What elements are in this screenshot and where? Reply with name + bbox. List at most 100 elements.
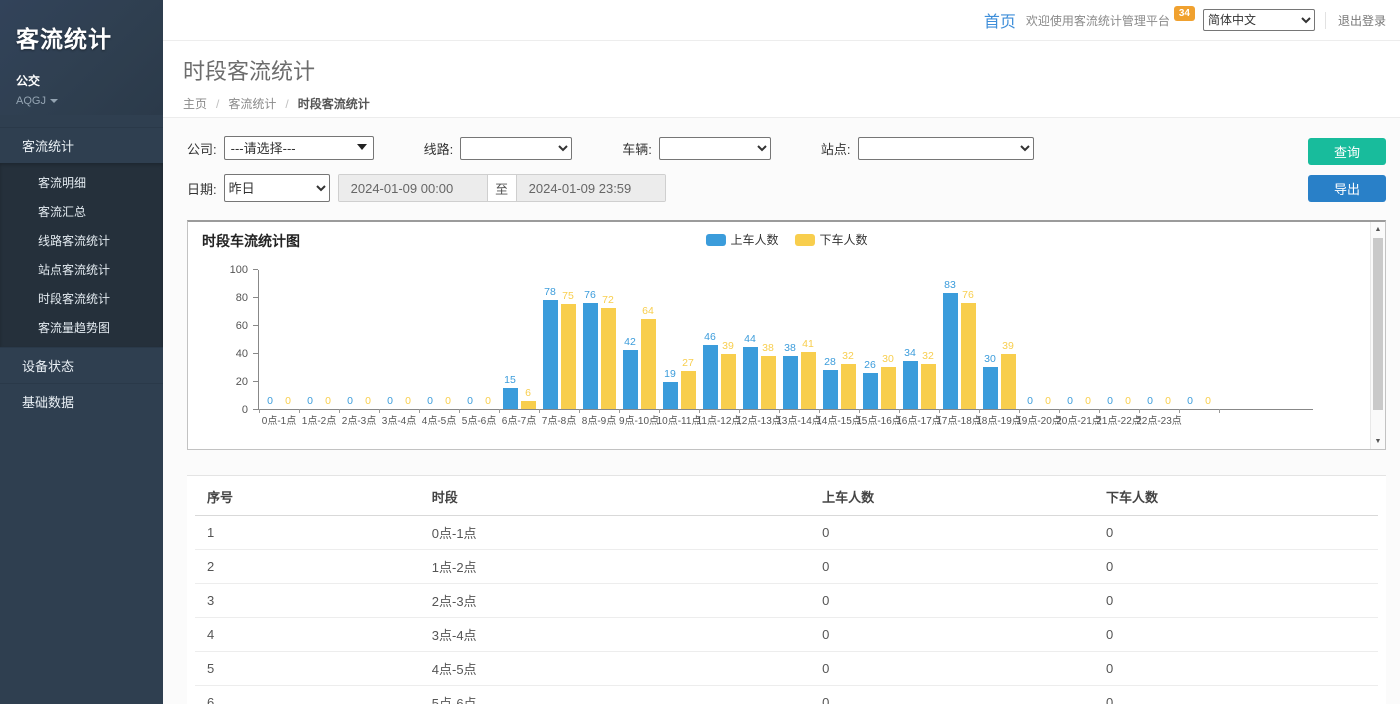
x-axis-label: 5点-6点 xyxy=(462,412,496,427)
sidebar-item-base-data[interactable]: 基础数据 xyxy=(0,383,163,419)
table-cell: 2点-3点 xyxy=(420,584,810,618)
chart-legend: 上车人数下车人数 xyxy=(705,231,867,248)
x-axis-label: 13点-14点 xyxy=(776,412,822,427)
bar-column: 30 xyxy=(881,353,896,409)
scroll-up-icon[interactable]: ▲ xyxy=(1371,222,1385,237)
bar xyxy=(863,373,878,409)
bar-value-label: 6 xyxy=(525,387,531,400)
breadcrumb-section[interactable]: 客流统计 xyxy=(228,95,276,112)
bar-value-label: 0 xyxy=(267,395,273,408)
sidebar-subitem-5[interactable]: 客流量趋势图 xyxy=(0,313,163,342)
bar xyxy=(703,345,718,409)
bar-group: 001点-2点 xyxy=(299,269,339,409)
col-header-period: 时段 xyxy=(420,476,810,516)
legend-item[interactable]: 上车人数 xyxy=(705,231,778,248)
x-axis-label: 17点-18点 xyxy=(936,412,982,427)
bar xyxy=(921,364,936,409)
bar-value-label: 0 xyxy=(1027,395,1033,408)
table-row: 32点-3点00 xyxy=(195,584,1378,618)
logout-link[interactable]: 退出登录 xyxy=(1325,12,1386,29)
bar-column: 39 xyxy=(721,340,736,409)
table-row: 21点-2点00 xyxy=(195,550,1378,584)
bar-group: 0022点-23点 xyxy=(1139,269,1179,409)
bar-column: 30 xyxy=(983,353,998,409)
line-select[interactable] xyxy=(460,137,572,160)
bar-column: 19 xyxy=(663,368,678,409)
bar-chart: 020406080100 000点-1点001点-2点002点-3点003点-4… xyxy=(216,270,1313,410)
y-axis-label: 0 xyxy=(242,404,248,416)
bar-value-label: 0 xyxy=(1165,395,1171,408)
bar xyxy=(561,304,576,409)
table-cell: 4点-5点 xyxy=(420,652,810,686)
table-cell: 2 xyxy=(195,550,420,584)
bar-value-label: 0 xyxy=(1205,395,1211,408)
bar xyxy=(961,303,976,409)
x-axis-label: 0点-1点 xyxy=(262,412,296,427)
chart-panel: 时段车流统计图 上车人数下车人数 020406080100 000点-1点001… xyxy=(187,220,1386,450)
table-cell: 3 xyxy=(195,584,420,618)
bar-value-label: 0 xyxy=(1085,395,1091,408)
bar-value-label: 30 xyxy=(882,353,894,366)
date-start-input[interactable] xyxy=(339,175,487,201)
x-axis-label: 18点-19点 xyxy=(976,412,1022,427)
station-select[interactable] xyxy=(858,137,1034,160)
bar-column: 76 xyxy=(961,289,976,409)
date-preset-select[interactable]: 昨日 xyxy=(224,174,330,202)
sidebar-subitem-0[interactable]: 客流明细 xyxy=(0,168,163,197)
bar-column: 6 xyxy=(521,387,536,409)
x-axis-label: 9点-10点 xyxy=(619,412,659,427)
company-select[interactable]: ---请选择--- xyxy=(224,136,374,160)
company-label: 公司: xyxy=(187,139,217,158)
scrollbar-thumb[interactable] xyxy=(1373,238,1383,410)
bar-column: 28 xyxy=(823,356,838,409)
table-cell: 1点-2点 xyxy=(420,550,810,584)
sidebar-menu: 客流统计 客流明细客流汇总线路客流统计站点客流统计时段客流统计客流量趋势图 设备… xyxy=(0,127,163,419)
bar xyxy=(641,319,656,409)
col-header-alighting: 下车人数 xyxy=(1094,476,1378,516)
table-row: 43点-4点00 xyxy=(195,618,1378,652)
table-cell: 0点-1点 xyxy=(420,516,810,550)
bar-value-label: 0 xyxy=(1147,395,1153,408)
bar xyxy=(783,356,798,409)
bar-group: 005点-6点 xyxy=(459,269,499,409)
bar xyxy=(801,352,816,409)
bar-value-label: 75 xyxy=(562,290,574,303)
vehicle-select[interactable] xyxy=(659,137,771,160)
x-axis-label: 21点-22点 xyxy=(1096,412,1142,427)
y-axis-label: 40 xyxy=(236,348,248,360)
account-switcher[interactable]: AQGJ xyxy=(16,95,147,107)
chart-scrollbar[interactable]: ▲ ▼ xyxy=(1370,222,1385,449)
bar xyxy=(623,350,638,409)
bar-value-label: 0 xyxy=(365,395,371,408)
bar-group: 384113点-14点 xyxy=(779,269,819,409)
scroll-down-icon[interactable]: ▼ xyxy=(1371,434,1385,449)
export-button[interactable]: 导出 xyxy=(1308,175,1386,202)
legend-item[interactable]: 下车人数 xyxy=(795,231,868,248)
table-row: 10点-1点00 xyxy=(195,516,1378,550)
col-header-index: 序号 xyxy=(195,476,420,516)
bar-group: 78757点-8点 xyxy=(539,269,579,409)
bar-value-label: 32 xyxy=(842,350,854,363)
bar-value-label: 28 xyxy=(824,356,836,369)
query-button[interactable]: 查询 xyxy=(1308,138,1386,165)
sidebar-subitem-1[interactable]: 客流汇总 xyxy=(0,197,163,226)
date-end-input[interactable] xyxy=(517,175,665,201)
home-link[interactable]: 首页 xyxy=(984,8,1016,32)
x-axis-label: 15点-16点 xyxy=(856,412,902,427)
sidebar-subitem-3[interactable]: 站点客流统计 xyxy=(0,255,163,284)
x-axis-label: 12点-13点 xyxy=(736,412,782,427)
account-name: AQGJ xyxy=(16,95,46,107)
breadcrumb-home[interactable]: 主页 xyxy=(183,95,207,112)
bar-group: 0020点-21点 xyxy=(1059,269,1099,409)
sidebar-item-device-status[interactable]: 设备状态 xyxy=(0,347,163,383)
org-name: 公交 xyxy=(16,72,147,89)
sidebar-subitem-2[interactable]: 线路客流统计 xyxy=(0,226,163,255)
bar xyxy=(943,293,958,409)
language-select[interactable]: 简体中文 xyxy=(1203,9,1315,31)
sidebar-item-passenger-stats[interactable]: 客流统计 xyxy=(0,127,163,163)
table-cell: 0 xyxy=(810,584,1094,618)
legend-swatch-icon xyxy=(705,234,725,246)
col-header-boarding: 上车人数 xyxy=(810,476,1094,516)
page-title: 时段客流统计 xyxy=(183,54,1400,86)
sidebar-subitem-4[interactable]: 时段客流统计 xyxy=(0,284,163,313)
